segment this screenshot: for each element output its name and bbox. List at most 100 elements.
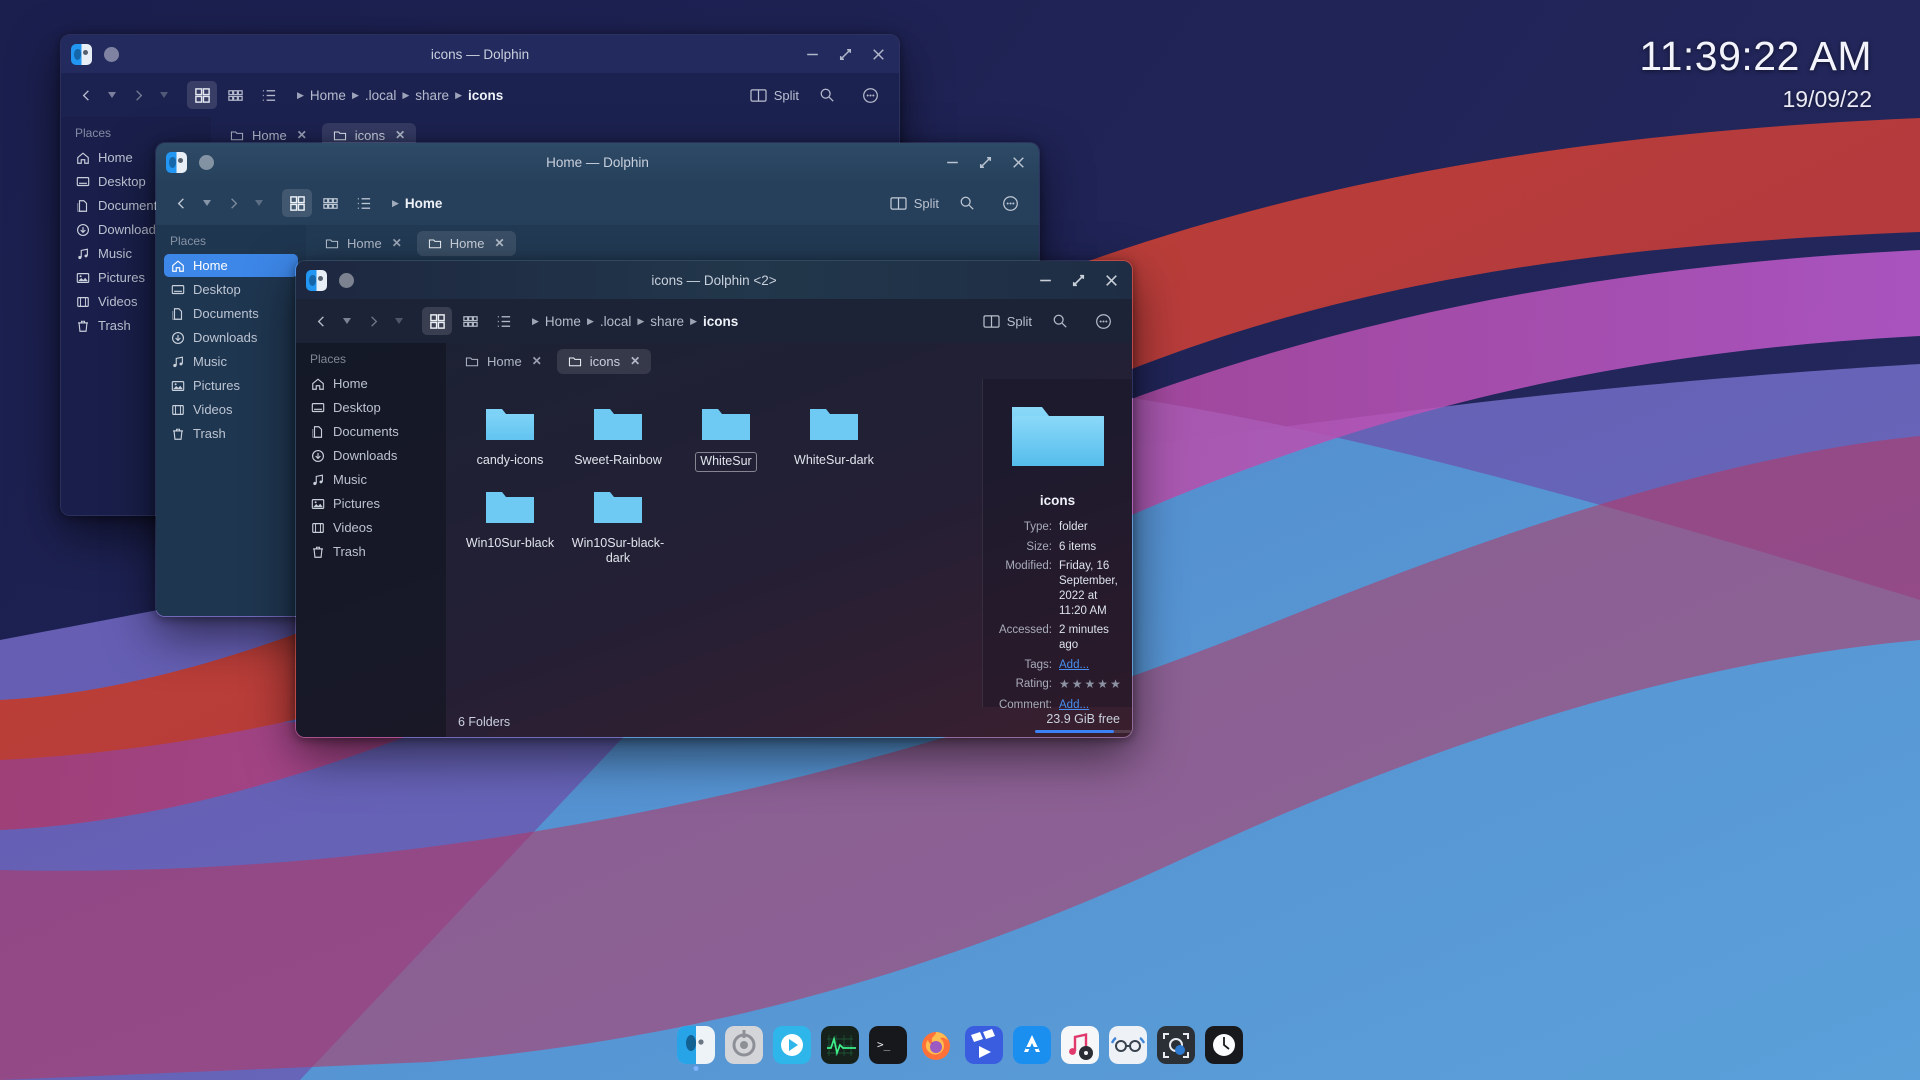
- sidebar-item-music[interactable]: Music: [164, 350, 298, 373]
- tags-add-link[interactable]: Add...: [1059, 658, 1123, 673]
- sidebar-item-downloads[interactable]: Downloads: [304, 444, 438, 467]
- sidebar-item-trash[interactable]: Trash: [304, 540, 438, 563]
- dock-item-video-editor[interactable]: [965, 1026, 1003, 1064]
- titlebar-front[interactable]: icons — Dolphin <2>: [296, 261, 1132, 299]
- maximize-button-back[interactable]: [837, 46, 854, 63]
- file-grid-front[interactable]: candy-icons Sweet-Rainbow WhiteSur White…: [446, 379, 982, 707]
- sidebar-item-desktop[interactable]: Desktop: [164, 278, 298, 301]
- breadcrumb-segment[interactable]: share: [650, 314, 684, 329]
- star-icon[interactable]: ★: [1059, 677, 1070, 692]
- minimize-button-middle[interactable]: [944, 154, 961, 171]
- forward-history-caret-front[interactable]: [391, 307, 407, 335]
- sidebar-item-pictures[interactable]: Pictures: [164, 374, 298, 397]
- back-history-caret-front[interactable]: [339, 307, 355, 335]
- file-item[interactable]: WhiteSur-dark: [780, 395, 888, 478]
- tab-close-icon[interactable]: ✕: [532, 354, 542, 368]
- sidebar-item-home[interactable]: Home: [304, 372, 438, 395]
- view-icons-button-back[interactable]: [187, 81, 217, 109]
- menu-button-middle[interactable]: [995, 189, 1025, 217]
- dock-item-dolphin-file-manager[interactable]: [677, 1026, 715, 1064]
- taskbar-dock[interactable]: >_: [667, 1018, 1253, 1072]
- breadcrumb-segment[interactable]: Home: [405, 196, 443, 211]
- sidebar-item-pictures[interactable]: Pictures: [304, 492, 438, 515]
- sidebar-item-documents[interactable]: Documents: [304, 420, 438, 443]
- dock-item-terminal[interactable]: >_: [869, 1026, 907, 1064]
- tab-home-1-middle[interactable]: Home ✕: [314, 231, 413, 256]
- star-icon[interactable]: ★: [1072, 677, 1083, 692]
- dock-item-screenshot-tool[interactable]: [1157, 1026, 1195, 1064]
- dock-item-system-monitor[interactable]: [821, 1026, 859, 1064]
- forward-button-front[interactable]: [358, 307, 388, 335]
- view-compact-button-middle[interactable]: [315, 189, 345, 217]
- search-button-back[interactable]: [812, 81, 842, 109]
- view-compact-button-front[interactable]: [455, 307, 485, 335]
- sidebar-item-videos[interactable]: Videos: [164, 398, 298, 421]
- menu-button-back[interactable]: [855, 81, 885, 109]
- tab-close-icon[interactable]: ✕: [630, 354, 640, 368]
- breadcrumb-segment[interactable]: share: [415, 88, 449, 103]
- sidebar-item-home[interactable]: Home: [164, 254, 298, 277]
- tab-home-2-middle[interactable]: Home ✕: [416, 230, 516, 256]
- star-icon[interactable]: ★: [1097, 677, 1108, 692]
- rating-stars[interactable]: ★ ★ ★ ★ ★: [1059, 677, 1123, 692]
- sidebar-item-trash[interactable]: Trash: [164, 422, 298, 445]
- split-view-button-back[interactable]: Split: [750, 88, 799, 103]
- dock-item-firefox-browser[interactable]: [917, 1026, 955, 1064]
- keep-above-button[interactable]: [199, 154, 214, 170]
- forward-history-caret-middle[interactable]: [251, 189, 267, 217]
- breadcrumb-segment[interactable]: .local: [365, 88, 397, 103]
- tab-close-icon[interactable]: ✕: [392, 236, 402, 250]
- tab-close-icon[interactable]: ✕: [395, 128, 405, 142]
- view-icons-button-middle[interactable]: [282, 189, 312, 217]
- breadcrumb-segment[interactable]: Home: [310, 88, 346, 103]
- toolbar-back[interactable]: ▶ Home ▶ .local ▶ share ▶ icons Split: [61, 73, 899, 117]
- split-view-button-middle[interactable]: Split: [890, 196, 939, 211]
- back-history-caret-back[interactable]: [104, 81, 120, 109]
- sidebar-item-documents[interactable]: Documents: [164, 302, 298, 325]
- file-item[interactable]: WhiteSur: [672, 395, 780, 478]
- star-icon[interactable]: ★: [1085, 677, 1096, 692]
- dolphin-window-front[interactable]: icons — Dolphin <2> ▶ Home ▶ .local ▶ sh…: [295, 260, 1133, 738]
- tab-close-icon[interactable]: ✕: [494, 236, 504, 250]
- back-history-caret-middle[interactable]: [199, 189, 215, 217]
- tabbar-middle[interactable]: Home ✕ Home ✕: [306, 225, 1039, 261]
- titlebar-middle[interactable]: Home — Dolphin: [156, 143, 1039, 181]
- dock-item-music-player[interactable]: [1061, 1026, 1099, 1064]
- file-item[interactable]: Win10Sur-black: [456, 478, 564, 574]
- tab-home-front[interactable]: Home ✕: [454, 349, 553, 374]
- titlebar-back[interactable]: icons — Dolphin: [61, 35, 899, 73]
- places-sidebar-front[interactable]: Places Home Desktop Documents Downloads …: [296, 343, 446, 737]
- breadcrumb-middle[interactable]: ▶ Home: [388, 196, 442, 211]
- breadcrumb-back[interactable]: ▶ Home ▶ .local ▶ share ▶ icons: [293, 88, 503, 103]
- split-view-button-front[interactable]: Split: [983, 314, 1032, 329]
- back-button-middle[interactable]: [166, 189, 196, 217]
- free-space-indicator[interactable]: 23.9 GiB free: [1035, 712, 1132, 733]
- dock-item-system-settings[interactable]: [725, 1026, 763, 1064]
- breadcrumb-segment[interactable]: .local: [600, 314, 632, 329]
- forward-button-back[interactable]: [123, 81, 153, 109]
- breadcrumb-segment[interactable]: icons: [468, 88, 503, 103]
- dock-item-document-viewer[interactable]: [1109, 1026, 1147, 1064]
- minimize-button-back[interactable]: [804, 46, 821, 63]
- star-icon[interactable]: ★: [1110, 677, 1121, 692]
- back-button-back[interactable]: [71, 81, 101, 109]
- information-panel[interactable]: icons Type: folder Size: 6 items Modifie…: [982, 379, 1132, 711]
- file-item[interactable]: Sweet-Rainbow: [564, 395, 672, 478]
- view-icons-button-front[interactable]: [422, 307, 452, 335]
- breadcrumb-front[interactable]: ▶ Home ▶ .local ▶ share ▶ icons: [528, 314, 738, 329]
- view-details-button-front[interactable]: [488, 307, 518, 335]
- tab-icons-front[interactable]: icons ✕: [556, 348, 652, 374]
- view-details-button-middle[interactable]: [348, 189, 378, 217]
- dock-item-app-store[interactable]: [1013, 1026, 1051, 1064]
- toolbar-middle[interactable]: ▶ Home Split: [156, 181, 1039, 225]
- toolbar-front[interactable]: ▶ Home ▶ .local ▶ share ▶ icons Split: [296, 299, 1132, 343]
- view-compact-button-back[interactable]: [220, 81, 250, 109]
- file-item[interactable]: Win10Sur-black-dark: [564, 478, 672, 574]
- maximize-button-front[interactable]: [1070, 272, 1087, 289]
- dock-item-clock-app[interactable]: [1205, 1026, 1243, 1064]
- maximize-button-middle[interactable]: [977, 154, 994, 171]
- sidebar-item-music[interactable]: Music: [304, 468, 438, 491]
- back-button-front[interactable]: [306, 307, 336, 335]
- forward-history-caret-back[interactable]: [156, 81, 172, 109]
- dock-item-media-player[interactable]: [773, 1026, 811, 1064]
